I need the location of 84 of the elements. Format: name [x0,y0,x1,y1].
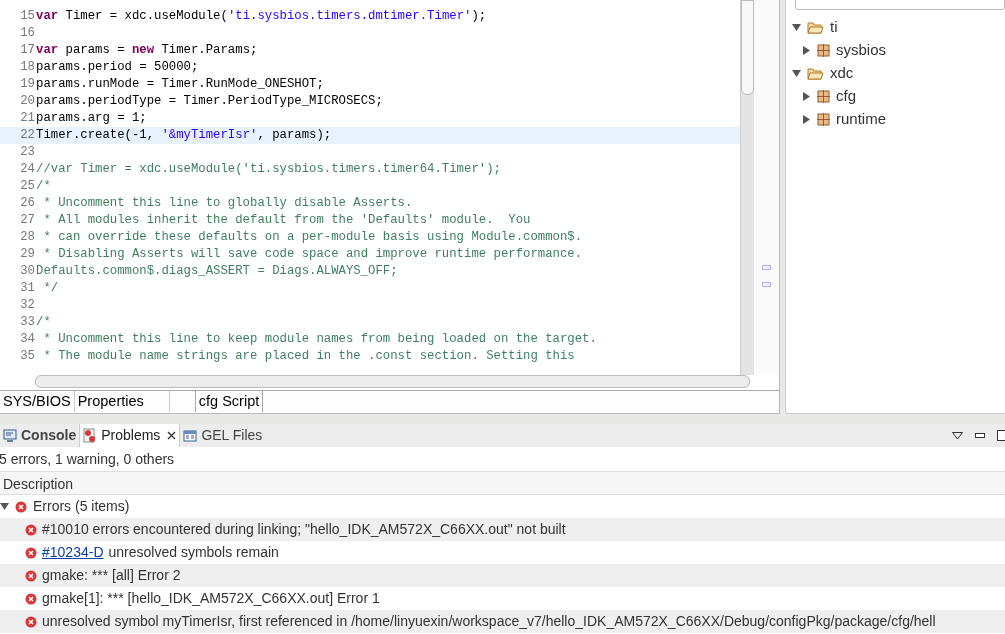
editor-tab[interactable]: cfg Script [194,391,264,412]
code-line: /* [36,314,51,331]
error-group-label[interactable]: Errors (5 items) [33,496,130,517]
code-line: * Uncomment this line to globally disable Asserts. [42,195,413,212]
problems-icon [83,428,98,443]
code-line: * The module name strings are placed in the .const section. Setting this [42,348,575,365]
code-line: params.periodType = Timer.PeriodType_MICROSECS; [36,93,383,110]
code-line: var Timer = xdc.useModule('ti.sysbios.timers.dmtimer.Timer'); [36,8,487,25]
monitor-icon [3,429,17,442]
line-number: 21 [19,110,36,127]
line-number: 35 [19,348,36,365]
view-tab[interactable]: Problems [79,424,181,447]
package-icon [817,44,830,57]
error-icon [25,569,37,582]
error-code-link[interactable]: #10234-D [42,542,104,563]
code-line: //var Timer = xdc.useModule('ti.sysbios.timers.timer64.Timer'); [36,161,501,178]
expand-triangle-icon[interactable] [802,46,811,55]
tree-item[interactable]: cfg [836,85,856,108]
line-number: 22 [19,127,36,144]
line-number: 20 [19,93,36,110]
line-number: 15 [19,8,36,25]
error-message[interactable]: unresolved symbols remain [108,542,279,563]
code-line: params.arg = 1; [36,110,147,127]
error-icon [25,546,37,559]
code-line: * All modules inherit the default from the 'Defaults' module. You [42,212,531,229]
tree-item[interactable]: xdc [830,62,854,85]
minimize-icon[interactable] [975,433,985,438]
view-menu-icon[interactable] [952,431,963,440]
error-icon [25,615,37,628]
line-number: 30 [19,263,36,280]
window-icon [183,429,198,442]
line-number: 26 [19,195,36,212]
collapse-triangle-icon[interactable] [792,69,801,78]
collapse-triangle-icon[interactable] [0,502,9,511]
package-icon [817,113,830,126]
line-number: 23 [19,144,36,161]
editor-tab[interactable]: Properties [74,391,170,412]
line-number: 27 [19,212,36,229]
collapse-triangle-icon[interactable] [792,23,801,32]
error-message[interactable]: gmake: *** [all] Error 2 [42,565,181,586]
line-number: 16 [19,25,36,42]
line-number: 18 [19,59,36,76]
folder-icon [807,67,824,80]
line-number: 34 [19,331,36,348]
error-message[interactable]: gmake[1]: *** [hello_IDK_AM572X_C66XX.out] Error 1 [42,588,380,609]
horizontal-scrollbar[interactable] [35,375,750,388]
line-number: 29 [19,246,36,263]
close-icon[interactable] [167,431,177,440]
code-line: */ [42,280,59,297]
line-number: 32 [19,297,36,314]
problems-summary: 5 errors, 1 warning, 0 others [0,450,176,469]
line-number: 28 [19,229,36,246]
code-line: params.period = 50000; [36,59,199,76]
expand-triangle-icon[interactable] [802,115,811,124]
tree-item[interactable]: runtime [836,108,887,131]
code-line: Timer.create(-1, '&myTimerIsr', params); [36,127,332,144]
maximize-icon[interactable] [997,430,1005,441]
editor-tab[interactable]: SYS/BIOS [0,391,75,412]
error-icon [25,523,37,536]
line-number: 19 [19,76,36,93]
tree-item[interactable]: ti [830,16,838,39]
folder-icon [807,21,824,34]
code-line: params.runMode = Timer.RunMode_ONESHOT; [36,76,324,93]
expand-triangle-icon[interactable] [802,92,811,101]
line-number: 25 [19,178,36,195]
code-line: * can override these defaults on a per-module basis using Module.common$. [42,229,583,246]
code-line: * Disabling Asserts will save code space and improve runtime performance. [42,246,583,263]
error-icon [15,500,27,513]
code-line: Defaults.common$.diags_ASSERT = Diags.ALWAYS_OFF; [36,263,398,280]
code-line: /* [36,178,51,195]
column-header[interactable]: Description [0,471,1005,495]
line-number: 31 [19,280,36,297]
error-icon [25,592,37,605]
line-number: 24 [19,161,36,178]
vertical-scrollbar[interactable] [740,0,754,375]
tree-item[interactable]: sysbios [836,39,887,62]
scroll-thumb[interactable] [741,0,754,95]
line-number: 17 [19,42,36,59]
view-tab[interactable]: GEL Files [180,424,266,447]
view-tab[interactable]: Console [0,424,80,447]
line-number: 33 [19,314,36,331]
code-line: * Uncomment this line to keep module names from being loaded on the target. [42,331,597,348]
package-icon [817,90,830,103]
code-line: var params = new Timer.Params; [36,42,258,59]
